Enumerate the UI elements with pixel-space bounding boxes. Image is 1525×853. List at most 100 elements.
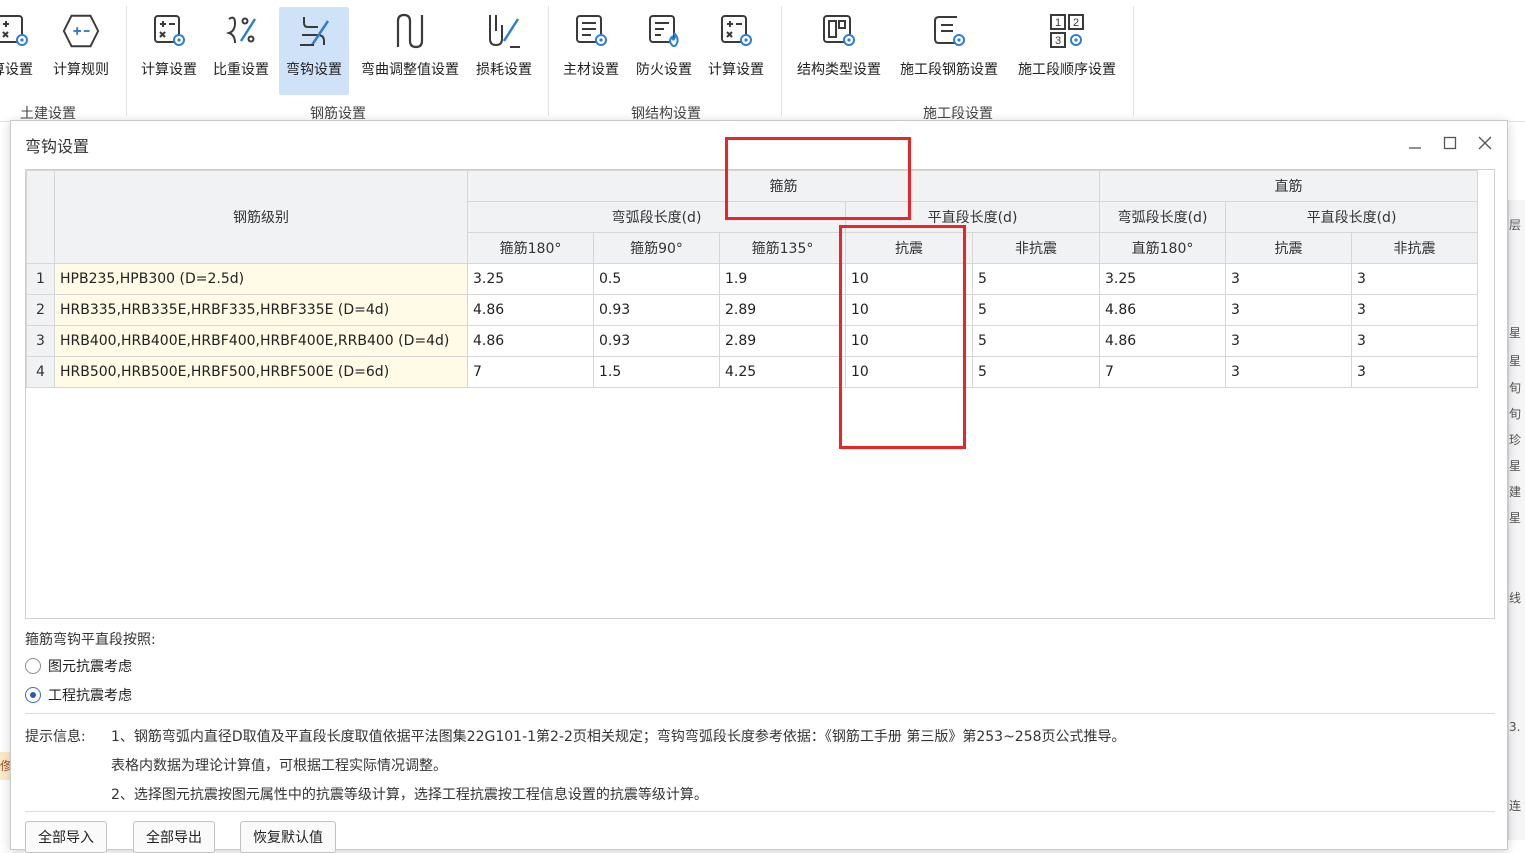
- import-all-button[interactable]: 全部导入: [25, 821, 107, 853]
- value-cell[interactable]: 3: [1351, 263, 1478, 295]
- value-cell[interactable]: 3: [1351, 325, 1478, 357]
- segment-order-icon: 123: [1047, 9, 1087, 53]
- radio-project-seismic[interactable]: 工程抗震考虑: [25, 685, 132, 705]
- ribbon-button-label: 计算设置: [141, 62, 197, 78]
- value-cell[interactable]: 5: [972, 294, 1100, 326]
- density-settings-icon: [221, 9, 261, 53]
- value-cell[interactable]: 10: [845, 263, 973, 295]
- value-cell[interactable]: 0.93: [593, 294, 720, 326]
- restore-default-button[interactable]: 恢复默认值: [240, 821, 336, 853]
- hook-settings-dialog: 弯钩设置 钢筋级别 箍筋 直筋 弯弧段长度(d) 平直段长度(d) 弯弧段长度(…: [10, 120, 1508, 853]
- export-all-button[interactable]: 全部导出: [133, 821, 215, 853]
- value-cell[interactable]: 4.86: [1099, 325, 1226, 357]
- background-text: 层: [1509, 218, 1522, 232]
- value-cell[interactable]: 3.25: [467, 263, 594, 295]
- value-cell[interactable]: 7: [467, 356, 594, 388]
- hint-line-1: 1、钢筋弯弧内直径D取值及平直段长度取值依据平法图集22G101-1第2-2页相…: [111, 729, 1126, 745]
- value-cell[interactable]: 4.25: [719, 356, 846, 388]
- grade-cell: HPB235,HPB300 (D=2.5d): [54, 263, 468, 295]
- value-cell[interactable]: 1.5: [593, 356, 720, 388]
- header-stirrup-flat: 平直段长度(d): [845, 201, 1100, 233]
- segment-order-settings-button[interactable]: 123 施工段顺序设置: [1012, 7, 1122, 95]
- value-cell[interactable]: 4.86: [467, 294, 594, 326]
- close-button[interactable]: [1473, 131, 1497, 155]
- calc-rules-button[interactable]: 计算规则: [48, 7, 114, 95]
- value-cell[interactable]: 5: [972, 263, 1100, 295]
- background-text: 星: [1509, 326, 1522, 340]
- value-cell[interactable]: 3: [1225, 263, 1352, 295]
- ribbon-button-label: 施工段钢筋设置: [900, 62, 998, 78]
- hook-settings-grid: 钢筋级别 箍筋 直筋 弯弧段长度(d) 平直段长度(d) 弯弧段长度(d) 平直…: [25, 169, 1495, 619]
- minimize-button[interactable]: [1403, 131, 1427, 155]
- value-cell[interactable]: 2.89: [719, 325, 846, 357]
- ribbon-toolbar: 算设置 计算规则 土建设置 计算设置 比重设置 弯钩设置 弯曲调整值设置: [0, 0, 1525, 122]
- value-cell[interactable]: 7: [1099, 356, 1226, 388]
- radio-checked-icon[interactable]: [25, 687, 41, 703]
- header-col: 非抗震: [972, 232, 1100, 264]
- background-text: 珍: [1509, 433, 1522, 447]
- background-text: 旬: [1509, 407, 1522, 421]
- value-cell[interactable]: 2.89: [719, 294, 846, 326]
- header-stirrup-arc: 弯弧段长度(d): [467, 201, 846, 233]
- maximize-button[interactable]: [1438, 131, 1462, 155]
- value-cell[interactable]: 5: [972, 356, 1100, 388]
- structure-type-icon: [819, 9, 859, 53]
- radio-element-seismic[interactable]: 图元抗震考虑: [25, 656, 132, 676]
- value-cell[interactable]: 4.86: [1099, 294, 1226, 326]
- rebar-calc-settings-button[interactable]: 计算设置: [136, 7, 202, 95]
- fireproof-settings-button[interactable]: 防火设置: [631, 7, 697, 95]
- ribbon-button-label: 施工段顺序设置: [1018, 62, 1116, 78]
- header-col: 箍筋135°: [719, 232, 846, 264]
- fireproof-icon: [644, 9, 684, 53]
- civil-calc-settings-button[interactable]: 算设置: [0, 7, 42, 95]
- value-cell[interactable]: 3: [1225, 325, 1352, 357]
- calc-rules-icon: [61, 9, 101, 53]
- header-straight-arc: 弯弧段长度(d): [1099, 201, 1226, 233]
- bend-adjust-settings-button[interactable]: 弯曲调整值设置: [354, 7, 466, 95]
- value-cell[interactable]: 5: [972, 325, 1100, 357]
- hook-flat-option-title: 箍筋弯钩平直段按照:: [25, 632, 156, 648]
- background-text: 3.: [1509, 720, 1521, 734]
- header-col: 非抗震: [1351, 232, 1478, 264]
- value-cell[interactable]: 0.93: [593, 325, 720, 357]
- radio-unchecked-icon[interactable]: [25, 658, 41, 674]
- background-text: 连: [1509, 799, 1522, 813]
- value-cell[interactable]: 10: [845, 325, 973, 357]
- header-col: 抗震: [845, 232, 973, 264]
- loss-settings-icon: [484, 9, 524, 53]
- loss-settings-button[interactable]: 损耗设置: [470, 7, 538, 95]
- steel-calc-settings-button[interactable]: 计算设置: [703, 7, 769, 95]
- value-cell[interactable]: 3: [1351, 356, 1478, 388]
- ribbon-button-label: 比重设置: [213, 62, 269, 78]
- bend-adjust-icon: [390, 9, 430, 53]
- value-cell[interactable]: 3.25: [1099, 263, 1226, 295]
- minimize-icon: [1409, 147, 1421, 149]
- ribbon-button-label: 弯钩设置: [286, 62, 342, 78]
- ribbon-button-label: 计算规则: [53, 62, 109, 78]
- header-col: 直筋180°: [1099, 232, 1226, 264]
- segment-rebar-settings-button[interactable]: 施工段钢筋设置: [895, 7, 1003, 95]
- value-cell[interactable]: 3: [1225, 356, 1352, 388]
- hint-line-2: 表格内数据为理论计算值，可根据工程实际情况调整。: [111, 758, 447, 774]
- value-cell[interactable]: 1.9: [719, 263, 846, 295]
- value-cell[interactable]: 10: [845, 294, 973, 326]
- value-cell[interactable]: 3: [1351, 294, 1478, 326]
- value-cell[interactable]: 4.86: [467, 325, 594, 357]
- hook-table: 钢筋级别 箍筋 直筋 弯弧段长度(d) 平直段长度(d) 弯弧段长度(d) 平直…: [26, 170, 1478, 388]
- background-text: 旬: [1509, 381, 1522, 395]
- value-cell[interactable]: 10: [845, 356, 973, 388]
- header-col: 箍筋90°: [593, 232, 720, 264]
- calc-settings-icon: [0, 9, 32, 53]
- main-material-settings-button[interactable]: 主材设置: [558, 7, 624, 95]
- density-settings-button[interactable]: 比重设置: [208, 7, 274, 95]
- value-cell[interactable]: 0.5: [593, 263, 720, 295]
- svg-text:1: 1: [1055, 17, 1061, 29]
- value-cell[interactable]: 3: [1225, 294, 1352, 326]
- hook-settings-button[interactable]: 弯钩设置: [279, 7, 349, 95]
- background-text: 线: [1509, 591, 1522, 605]
- header-grade: 钢筋级别: [54, 170, 468, 264]
- header-straight-flat: 平直段长度(d): [1225, 201, 1478, 233]
- header-straight: 直筋: [1099, 170, 1478, 202]
- structure-type-settings-button[interactable]: 结构类型设置: [792, 7, 886, 95]
- table-row: 4 HRB500,HRB500E,HRBF500,HRBF500E (D=6d)…: [26, 356, 1478, 388]
